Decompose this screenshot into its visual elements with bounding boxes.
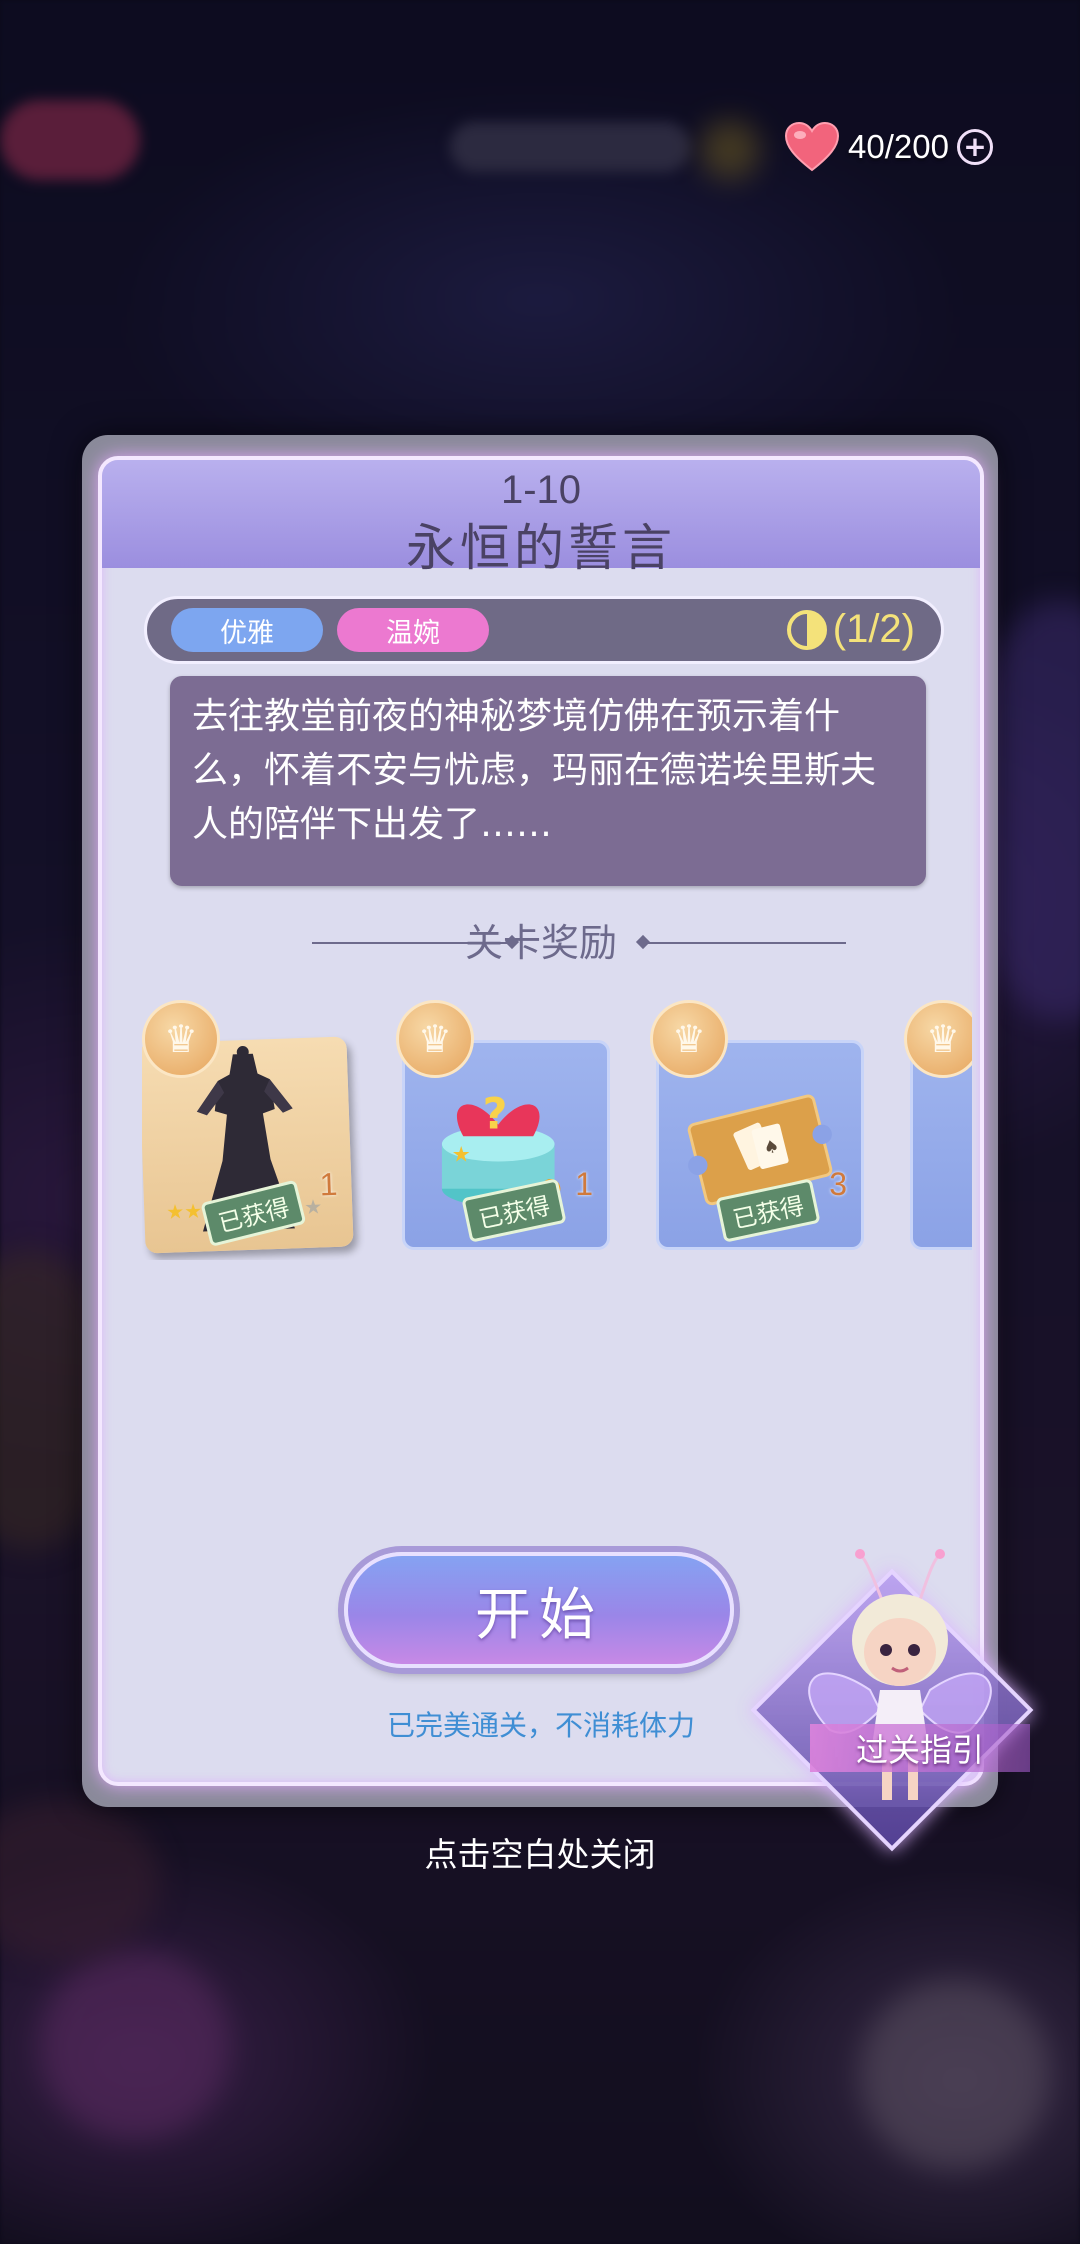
svg-text:★: ★	[452, 1143, 471, 1168]
svg-text:?: ?	[483, 1089, 508, 1139]
level-description: 去往教堂前夜的神秘梦境仿佛在预示着什么，怀着不安与忧虑，玛丽在德诺埃里斯夫人的陪…	[170, 676, 926, 886]
energy-count: 40/200	[848, 128, 949, 165]
svg-text:★★: ★★	[166, 1199, 203, 1224]
reward-list: ★★ ★ ★ 已获得 1 ♛ ? ★ 已获得 1 ♛	[142, 1000, 972, 1260]
style-tag-elegant: 优雅	[171, 608, 323, 652]
level-number: 1-10	[500, 468, 582, 512]
style-tag-bar: 优雅 温婉 (1/2)	[144, 596, 944, 664]
half-moon-icon	[786, 609, 827, 650]
divider-right	[646, 942, 846, 944]
dialog-header: 1-10 永恒的誓言	[102, 460, 980, 577]
reward-section-title: 关卡奖励	[464, 921, 617, 965]
crown-icon: ♛	[650, 1000, 728, 1078]
crown-icon: ♛	[396, 1000, 474, 1078]
level-title: 永恒的誓言	[406, 519, 676, 577]
start-button[interactable]: 开始	[344, 1552, 734, 1668]
style-tag-gentle: 温婉	[337, 608, 489, 652]
add-energy-button[interactable]: +	[956, 129, 993, 165]
level-progress: (1/2)	[786, 607, 915, 652]
crown-icon: ♛	[142, 1000, 220, 1078]
level-guide-button[interactable]: 过关指引	[730, 1540, 1060, 1880]
crown-icon: ♛	[904, 1000, 972, 1078]
fairy-icon	[808, 1549, 992, 1800]
guide-label: 过关指引	[810, 1724, 1030, 1772]
reward-count: 1	[318, 1165, 339, 1203]
reward-count: 1	[575, 1166, 593, 1202]
heart-icon	[784, 121, 840, 172]
progress-text: (1/2)	[832, 607, 915, 651]
reward-count: 3	[829, 1166, 847, 1202]
energy-indicator: 40/200 +	[784, 121, 993, 172]
